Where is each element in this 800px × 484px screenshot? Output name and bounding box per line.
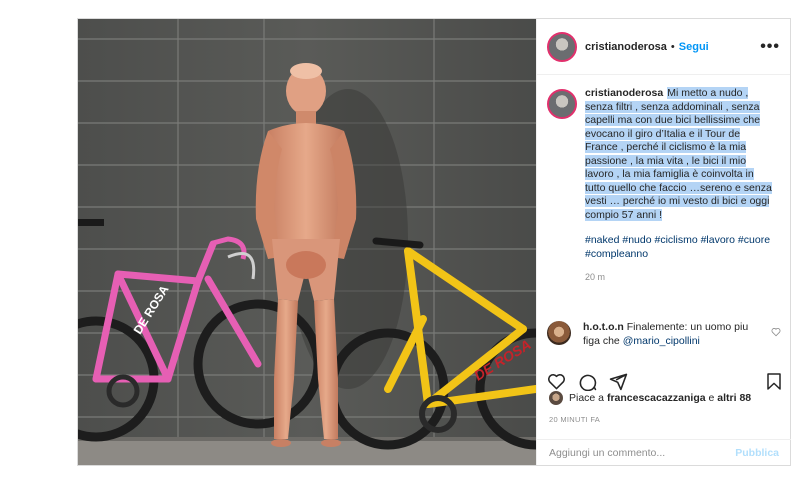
header-username[interactable]: cristianoderosa <box>585 41 667 53</box>
caption-timestamp: 20 m <box>585 272 606 282</box>
comment-body: h.o.t.o.n Finalemente: un uomo piu figa … <box>583 321 759 348</box>
likes-summary: Piace a francescacazzaniga e altri 88 <box>549 391 751 405</box>
avatar[interactable] <box>547 31 577 62</box>
photo-illustration: DE ROSA DE ROSA <box>78 19 536 465</box>
caption-hashtags[interactable]: #naked #nudo #ciclismo #lavoro #cuore #c… <box>585 234 775 261</box>
heart-icon[interactable] <box>547 372 566 391</box>
comment-username[interactable]: h.o.t.o.n <box>583 321 624 333</box>
likes-middle: e <box>708 392 715 404</box>
caption-username[interactable]: cristianoderosa <box>585 87 663 99</box>
instagram-post-card: DE ROSA DE ROSA cristianoderosa • Segui … <box>77 18 791 466</box>
comment-icon[interactable] <box>578 372 597 391</box>
likes-user[interactable]: francescacazzaniga <box>607 392 706 404</box>
caption-text: Mi metto a nudo , senza filtri , senza a… <box>585 87 772 221</box>
post-header: cristianoderosa • Segui ••• <box>537 19 790 75</box>
more-icon[interactable]: ••• <box>760 38 780 56</box>
comment-like-icon[interactable] <box>771 327 781 348</box>
publish-button[interactable]: Pubblica <box>735 447 779 459</box>
comment-item: h.o.t.o.n Finalemente: un uomo piu figa … <box>547 321 781 348</box>
liker-avatar[interactable] <box>549 391 563 405</box>
likes-others[interactable]: altri 88 <box>717 392 751 404</box>
caption-avatar[interactable] <box>547 89 577 119</box>
bookmark-icon[interactable] <box>765 372 783 391</box>
add-comment-bar: Pubblica <box>537 439 791 465</box>
comment-avatar[interactable] <box>547 321 571 345</box>
comment-mention[interactable]: @mario_cipollini <box>623 335 700 347</box>
post-photo[interactable]: DE ROSA DE ROSA <box>78 19 536 465</box>
likes-prefix: Piace a <box>569 392 605 404</box>
caption-body: cristianoderosa Mi metto a nudo , senza f… <box>585 87 775 285</box>
share-icon[interactable] <box>609 372 628 391</box>
follow-button[interactable]: Segui <box>679 41 709 53</box>
post-sidebar: cristianoderosa • Segui ••• cristianoder… <box>536 19 791 465</box>
caption: cristianoderosa Mi metto a nudo , senza f… <box>537 75 790 285</box>
separator-dot: • <box>670 40 675 53</box>
post-time-ago[interactable]: 20 MINUTI FA <box>549 415 600 424</box>
comment-input[interactable] <box>549 446 736 459</box>
